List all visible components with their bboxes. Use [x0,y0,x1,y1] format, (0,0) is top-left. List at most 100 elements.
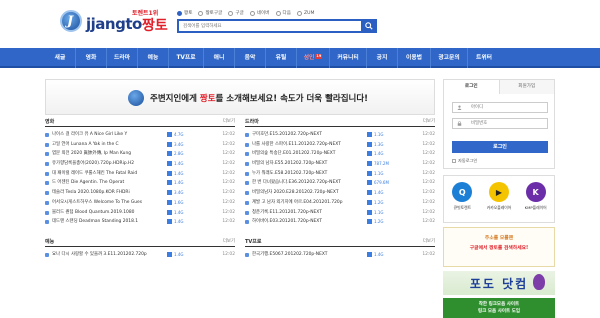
list-item[interactable]: 한 번 다녀왔습니다.E36.201202.720p-NEXT 679.6M 12:… [245,178,435,188]
more-link[interactable]: 더보기 [223,238,235,244]
item-title[interactable]: 한 번 다녀왔습니다.E36.201202.720p-NEXT [252,178,362,188]
nav-item[interactable]: 성인 19 [297,48,329,68]
variety-section: 예능 더보기 요나 다시 사랑할 수 있을까 3.E11.201202.720p… [45,238,235,260]
radio-icon [275,10,281,16]
item-title[interactable]: 테슬라 Tesla 2020.1080p.KOR FHDRi [52,188,162,198]
item-title[interactable]: 비밀의숲 특송단.E01.201202.720p-NEXT [252,149,362,159]
nav-item[interactable]: 커뮤니티 [330,48,366,68]
item-title[interactable]: 하이바이.E03.201201.720p-NEXT [252,217,362,227]
nav-item[interactable]: 음악 [235,48,265,68]
item-title[interactable]: 계발 고 남자 외기지에 아르.E04.201201.720p [252,198,362,208]
item-title[interactable]: 드 어젠틴 Die Agentin. The Operat [52,178,162,188]
item-title[interactable]: 엽문 외전 2020 眞帥外傳, Ip Man Kung [52,149,162,159]
kakao-player-icon: ▶ [488,182,509,202]
google-search-promo[interactable]: 주소를 모를땐 구글에서 짱토를 검색하세요! [443,227,555,267]
app-kmplayer[interactable]: K KMP플레이어 [519,182,553,211]
list-item[interactable]: 엽문 외전 2020 眞帥外傳, Ip Man Kung 2.8G 12:02 [45,149,235,159]
file-icon [245,162,249,167]
item-title[interactable]: 구미호뎐.E15.201202.720p-NEXT [252,130,362,140]
grape-icon [533,274,545,290]
nav-item[interactable]: 유틸 [266,48,296,68]
nav-item[interactable]: 드라마 [107,48,137,68]
item-title[interactable]: 어서오시게스트하우스 Welcome To The Gues [52,198,162,208]
list-item[interactable]: 비밀의남자 2020.E28.201202.720p-NEXT 1.4G 12:02 [245,188,435,198]
radio-option-jjangto-google[interactable]: 짱토구글 [198,10,222,16]
list-item[interactable]: 테슬라 Tesla 2020.1080p.KOR FHDRi 3.4G 12:02 [45,188,235,198]
list-item[interactable]: 하이바이.E03.201201.720p-NEXT 1.2G 12:02 [245,217,435,227]
list-item[interactable]: 계발 고 남자 외기지에 아르.E04.201201.720p 1.2G 12:02 [245,198,435,208]
list-item[interactable]: 유가향담록을총어(2020).720p.HDRip.H2 1.4G 12:02 [45,159,235,169]
link-site-ad-banner[interactable]: 착한 링크모음 사이트 링크 모음 사이트 도입 [443,298,555,318]
list-item[interactable]: 구미호뎐.E15.201202.720p-NEXT 1.1G 12:02 [245,130,435,140]
logo-korean: 짱토 [142,18,168,34]
item-title[interactable]: 비밀의 남자.E55.201202.720p-NEXT [252,159,362,169]
nav-item[interactable]: 공지 [367,48,397,68]
list-item[interactable]: 비밀의숲 특송단.E01.201202.720p-NEXT 1.4G 12:02 [245,149,435,159]
item-size: 679.6M [374,180,389,186]
list-item[interactable]: 데드맨 스탠딩 Deadman Standing 2018.1 1.4G 12:02 [45,217,235,227]
item-title[interactable]: 나를 사랑한 스파이.E11.201202.720p-NEXT [252,140,362,150]
list-item[interactable]: 비밀의 남자.E55.201202.720p-NEXT 787.2M 12:02 [245,159,435,169]
search-button[interactable] [361,19,377,33]
list-item[interactable]: 한국기행.E5067.201202.720p-NEXT 1.4G 12:02 [245,250,435,260]
radio-option-google[interactable]: 구글 [228,10,244,16]
podo-ad-banner[interactable]: 포도 닷컴 [443,271,555,295]
nav-item[interactable]: 예능 [138,48,168,68]
invite-banner[interactable]: 주변지인에게 짱토를 소개해보세요! 속도가 더욱 빨라집니다! [45,79,435,115]
more-link[interactable]: 더보기 [423,238,435,244]
list-item[interactable]: 나이스 걸 라이크 유 A Nice Girl Like Y 4.7G 12:02 [45,130,235,140]
app-qbittorrent[interactable]: Q 큐빗토렌트 [445,182,479,211]
hd-icon [167,219,172,225]
nav-item[interactable]: 애니 [204,48,234,68]
item-title[interactable]: 누가 뭐래도.E58.201202.720p-NEXT [252,169,362,179]
list-item[interactable]: 누가 뭐래도.E58.201202.720p-NEXT 1.1G 12:02 [245,169,435,179]
list-item[interactable]: 어서오시게스트하우스 Welcome To The Gues 1.6G 12:02 [45,198,235,208]
item-title[interactable]: 나이스 걸 라이크 유 A Nice Girl Like Y [52,130,162,140]
main-nav: 새글 영화 드라마 예능 TV프로 애니 음악 유틸 성인 19 커뮤니티 공지 이용법 광고문의 트위터 [0,48,600,68]
item-title[interactable]: 유가향담록을총어(2020).720p.HDRip.H2 [52,159,162,169]
auto-login-checkbox[interactable]: 자동로그인 [452,158,477,164]
radio-option-naver[interactable]: 네이버 [249,10,270,16]
list-item[interactable]: 고일 언어 Lunana A Yak in the C 3.4G 12:02 [45,140,235,150]
list-item[interactable]: 드 어젠틴 Die Agentin. The Operat 1.4G 12:02 [45,178,235,188]
hd-icon [367,209,372,215]
item-size: 1.4G [174,180,184,186]
radio-option-daum[interactable]: 다음 [275,10,291,16]
nav-item[interactable]: 새글 [45,48,75,68]
nav-item[interactable]: 이용법 [398,48,430,68]
item-title[interactable]: 고일 언어 Lunana A Yak in the C [52,140,162,150]
hd-icon [367,161,372,167]
item-title[interactable]: 청춘기록.E11.201201.720p-NEXT [252,208,362,218]
item-title[interactable]: 요나 다시 사랑할 수 있을까 3.E11.201202.720p [52,250,162,260]
site-logo[interactable]: J jjangto 토렌트1위 짱토 [60,8,175,38]
tab-login[interactable]: 로그인 [444,80,500,94]
nav-item[interactable]: TV프로 [169,48,203,68]
login-button[interactable]: 로그인 [452,141,548,153]
nav-item[interactable]: 영화 [76,48,106,68]
list-item[interactable]: 나를 사랑한 스파이.E11.201202.720p-NEXT 1.3G 12:02 [245,140,435,150]
hd-icon [167,170,172,176]
radio-option-jjangto[interactable]: 짱토 [177,10,192,16]
nav-item[interactable]: 광고문의 [431,48,467,68]
more-link[interactable]: 더보기 [223,118,235,124]
list-item[interactable]: 대 패이럴 레이드 쿠룰스해킨 The Fatal Raid 1.4G 12:02 [45,169,235,179]
nav-item[interactable]: 트위터 [468,48,500,68]
tab-join[interactable]: 회원가입 [499,80,554,94]
item-title[interactable]: 데드맨 스탠딩 Deadman Standing 2018.1 [52,217,162,227]
item-title[interactable]: 한국기행.E5067.201202.720p-NEXT [252,250,362,260]
file-icon [45,162,49,167]
username-field[interactable] [452,102,548,113]
list-item[interactable]: 블러드 퀀텀 Blood Quantum.2019.1080 1.4G 12:02 [45,208,235,218]
item-time: 12:02 [422,219,435,225]
app-kakao-player[interactable]: ▶ 카카오플레이어 [482,182,516,211]
item-title[interactable]: 블러드 퀀텀 Blood Quantum.2019.1080 [52,208,162,218]
radio-option-zum[interactable]: ZUM [296,10,314,16]
search-input[interactable] [179,21,355,31]
password-field[interactable] [452,118,548,129]
more-link[interactable]: 더보기 [423,118,435,124]
list-item[interactable]: 요나 다시 사랑할 수 있을까 3.E11.201202.720p 1.4G 12:… [45,250,235,260]
item-time: 12:02 [422,209,435,215]
item-title[interactable]: 대 패이럴 레이드 쿠룰스해킨 The Fatal Raid [52,169,162,179]
list-item[interactable]: 청춘기록.E11.201201.720p-NEXT 1.1G 12:02 [245,208,435,218]
item-title[interactable]: 비밀의남자 2020.E28.201202.720p-NEXT [252,188,362,198]
